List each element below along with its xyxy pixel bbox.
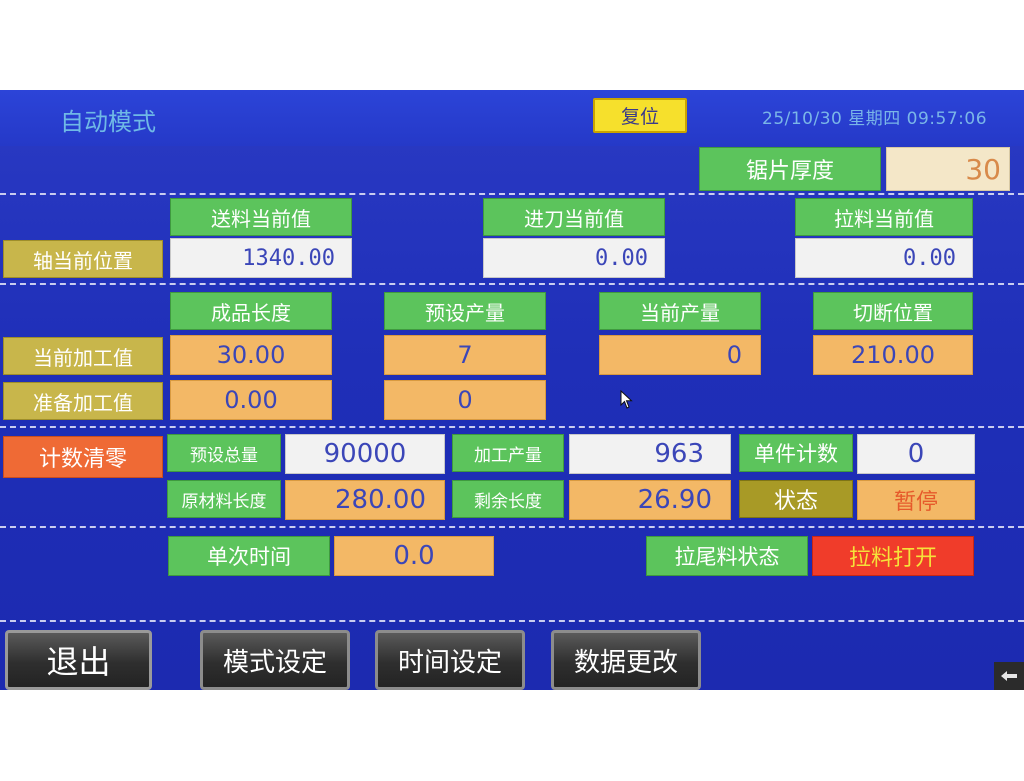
reset-button[interactable]: 复位 <box>593 98 687 133</box>
divider <box>0 283 1024 285</box>
blade-thickness-label: 锯片厚度 <box>699 147 881 191</box>
current-product-length[interactable]: 30.00 <box>170 335 332 375</box>
divider <box>0 620 1024 622</box>
blade-thickness-value[interactable]: 30 <box>886 147 1010 191</box>
axis-position-row-label: 轴当前位置 <box>3 240 163 278</box>
preset-total-label: 预设总量 <box>167 434 281 472</box>
divider <box>0 526 1024 528</box>
feed-current-label: 送料当前值 <box>170 198 352 236</box>
tail-material-status-label: 拉尾料状态 <box>646 536 808 576</box>
preset-output-header: 预设产量 <box>384 292 546 330</box>
material-length-label: 原材料长度 <box>167 480 281 518</box>
remaining-length-value: 26.90 <box>569 480 731 520</box>
remaining-length-label: 剩余长度 <box>452 480 564 518</box>
unit-count-label: 单件计数 <box>739 434 853 472</box>
mouse-cursor-icon <box>620 390 633 409</box>
current-preset-output[interactable]: 7 <box>384 335 546 375</box>
feed-current-value: 1340.00 <box>170 238 352 278</box>
status-label: 状态 <box>739 480 853 518</box>
prepare-processing-row-label: 准备加工值 <box>3 382 163 420</box>
single-time-label: 单次时间 <box>168 536 330 576</box>
exit-button[interactable]: 退出 <box>5 630 152 690</box>
mode-setting-button[interactable]: 模式设定 <box>200 630 350 690</box>
divider <box>0 426 1024 428</box>
tail-material-status-value: 拉料打开 <box>812 536 974 576</box>
page-title: 自动模式 <box>60 108 156 136</box>
material-length-value[interactable]: 280.00 <box>285 480 445 520</box>
hmi-screen: 自动模式 复位 25/10/30 星期四 09:57:06 锯片厚度 30 送料… <box>0 90 1024 690</box>
cut-current-label: 进刀当前值 <box>483 198 665 236</box>
prepare-preset-output[interactable]: 0 <box>384 380 546 420</box>
divider <box>0 193 1024 195</box>
current-processing-row-label: 当前加工值 <box>3 337 163 375</box>
back-arrow-icon[interactable] <box>994 662 1024 690</box>
processed-output-label: 加工产量 <box>452 434 564 472</box>
processed-output-value: 963 <box>569 434 731 474</box>
cut-current-value: 0.00 <box>483 238 665 278</box>
back-arrow-glyph <box>1001 671 1017 681</box>
cut-position-header: 切断位置 <box>813 292 973 330</box>
product-length-header: 成品长度 <box>170 292 332 330</box>
unit-count-value: 0 <box>857 434 975 474</box>
prepare-product-length[interactable]: 0.00 <box>170 380 332 420</box>
preset-total-value[interactable]: 90000 <box>285 434 445 474</box>
datetime-display: 25/10/30 星期四 09:57:06 <box>762 109 988 129</box>
cut-position-value[interactable]: 210.00 <box>813 335 973 375</box>
time-setting-button[interactable]: 时间设定 <box>375 630 525 690</box>
single-time-value: 0.0 <box>334 536 494 576</box>
current-output-value: 0 <box>599 335 761 375</box>
data-change-button[interactable]: 数据更改 <box>551 630 701 690</box>
pull-current-value: 0.00 <box>795 238 973 278</box>
current-output-header: 当前产量 <box>599 292 761 330</box>
reset-count-button[interactable]: 计数清零 <box>3 436 163 478</box>
pull-current-label: 拉料当前值 <box>795 198 973 236</box>
status-value: 暂停 <box>857 480 975 520</box>
